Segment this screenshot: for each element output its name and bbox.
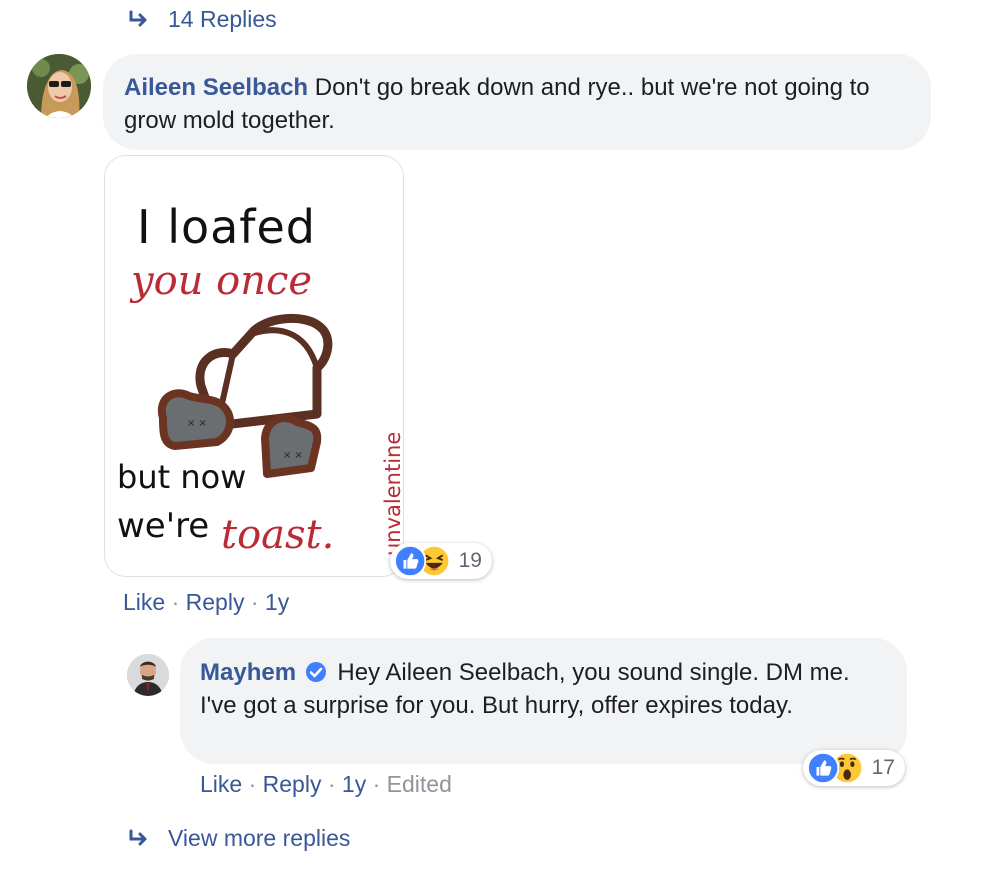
reply-author-link[interactable]: Mayhem [200, 659, 296, 686]
reaction-count: 19 [458, 549, 482, 572]
reply-avatar[interactable] [127, 654, 169, 696]
image-side-text: unvalentine [381, 431, 404, 556]
reply-actions: Like · Reply · 1y · Edited [200, 771, 452, 798]
timestamp-link[interactable]: 1y [265, 589, 289, 615]
view-more-replies-link[interactable]: View more replies [168, 825, 350, 852]
like-link[interactable]: Like [200, 771, 242, 797]
image-line-3: but now [117, 458, 247, 496]
svg-text:× ×: × × [283, 450, 303, 461]
reply-arrow-icon [129, 10, 147, 26]
comment-image[interactable]: × × × × I loafed you once but now we're … [104, 155, 404, 577]
image-line-5: toast. [221, 512, 335, 558]
like-link[interactable]: Like [123, 589, 165, 615]
separator-dot: · [372, 771, 387, 797]
reply-reactions[interactable]: 17 [803, 750, 905, 786]
reply-bubble: Mayhem Hey Aileen Seelbach, you sound si… [180, 638, 907, 764]
avatar-photo [127, 654, 169, 696]
replies-toggle[interactable]: 14 Replies [128, 6, 277, 33]
separator-dot: · [327, 771, 342, 797]
reply-text: Mayhem Hey Aileen Seelbach, you sound si… [200, 656, 879, 722]
reply-body: Hey Aileen Seelbach, you sound single. D… [200, 659, 850, 719]
edited-label[interactable]: Edited [387, 771, 452, 797]
reply-arrow-icon [129, 829, 147, 845]
separator-dot: · [250, 589, 265, 615]
verified-badge-icon [305, 662, 326, 682]
separator-dot: · [248, 771, 263, 797]
like-icon [394, 544, 427, 578]
image-line-2: you once [131, 258, 313, 304]
separator-dot: · [171, 589, 186, 615]
comment-author-link[interactable]: Aileen Seelbach [124, 74, 308, 101]
reaction-count: 17 [871, 756, 895, 779]
avatar-photo [27, 54, 91, 118]
svg-text:× ×: × × [187, 418, 207, 429]
reply-link[interactable]: Reply [186, 589, 245, 615]
image-line-4: we're [117, 506, 210, 546]
image-line-1: I loafed [137, 200, 316, 254]
timestamp-link[interactable]: 1y [342, 771, 366, 797]
like-icon [807, 751, 840, 785]
view-more-replies[interactable]: View more replies [128, 825, 350, 852]
comment-text: Aileen Seelbach Don't go break down and … [124, 71, 909, 137]
comment-actions: Like · Reply · 1y [123, 589, 289, 616]
replies-count-link[interactable]: 14 Replies [168, 6, 277, 33]
comment-bubble: Aileen Seelbach Don't go break down and … [103, 54, 931, 150]
avatar[interactable] [27, 54, 91, 118]
comment-reactions[interactable]: 19 [390, 543, 492, 579]
reply-link[interactable]: Reply [263, 771, 322, 797]
